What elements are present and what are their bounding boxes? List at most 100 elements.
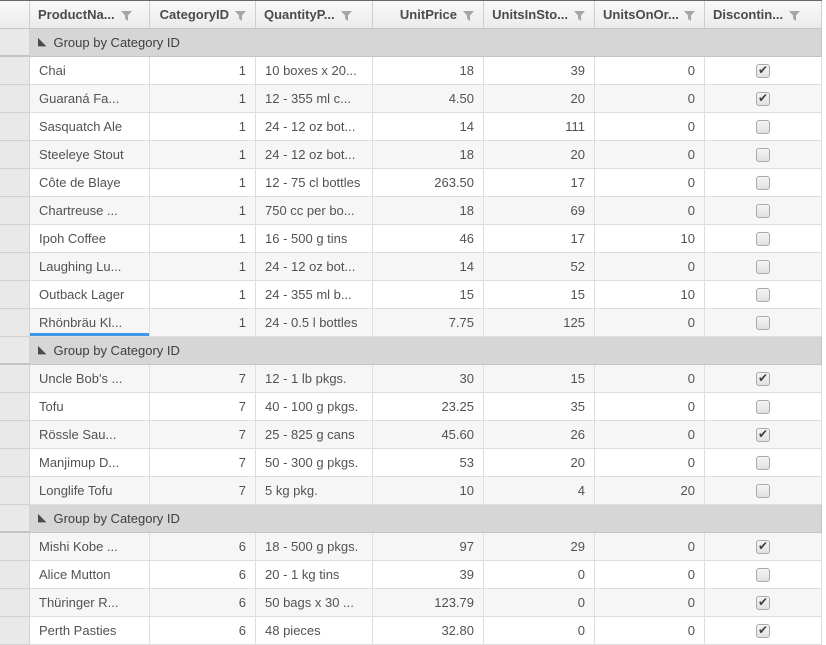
column-header-stock[interactable]: UnitsInSto... bbox=[484, 1, 595, 28]
cell-discontinued bbox=[705, 197, 822, 225]
cell-stock: 20 bbox=[484, 449, 595, 477]
table-row[interactable]: Tofu740 - 100 g pkgs.23.25350 bbox=[0, 393, 822, 421]
column-header-product[interactable]: ProductNa... bbox=[30, 1, 150, 28]
cell-discontinued bbox=[705, 365, 822, 393]
group-header-cell[interactable]: ◣Group by Category ID bbox=[30, 29, 822, 56]
cell-quantity: 5 kg pkg. bbox=[256, 477, 373, 505]
cell-price: 97 bbox=[373, 533, 484, 561]
checkbox-checked-icon[interactable] bbox=[756, 92, 770, 106]
group-indicator-cell bbox=[0, 533, 30, 561]
filter-icon[interactable] bbox=[340, 10, 353, 22]
group-indicator-cell bbox=[0, 393, 30, 421]
filter-icon[interactable] bbox=[788, 10, 801, 22]
cell-category: 7 bbox=[150, 449, 256, 477]
cell-price: 15 bbox=[373, 281, 484, 309]
checkbox-unchecked-icon[interactable] bbox=[756, 288, 770, 302]
grid-body: ◣Group by Category IDChai110 boxes x 20.… bbox=[0, 29, 822, 645]
cell-stock: 39 bbox=[484, 57, 595, 85]
checkbox-unchecked-icon[interactable] bbox=[756, 316, 770, 330]
group-indicator-cell bbox=[0, 561, 30, 589]
cell-price: 4.50 bbox=[373, 85, 484, 113]
table-row[interactable]: Thüringer R...650 bags x 30 ...123.7900 bbox=[0, 589, 822, 617]
table-row[interactable]: Rhönbräu Kl...124 - 0.5 l bottles7.75125… bbox=[0, 309, 822, 337]
cell-stock: 17 bbox=[484, 169, 595, 197]
cell-product: Longlife Tofu bbox=[30, 477, 150, 505]
table-row[interactable]: Rössle Sau...725 - 825 g cans45.60260 bbox=[0, 421, 822, 449]
cell-stock: 20 bbox=[484, 141, 595, 169]
column-header-label: ProductNa... bbox=[38, 7, 115, 22]
filter-icon[interactable] bbox=[120, 10, 133, 22]
cell-discontinued bbox=[705, 113, 822, 141]
checkbox-unchecked-icon[interactable] bbox=[756, 120, 770, 134]
group-indicator-cell bbox=[0, 197, 30, 225]
cell-quantity: 24 - 12 oz bot... bbox=[256, 141, 373, 169]
table-row[interactable]: Steeleye Stout124 - 12 oz bot...18200 bbox=[0, 141, 822, 169]
cell-order: 0 bbox=[595, 589, 705, 617]
table-row[interactable]: Laughing Lu...124 - 12 oz bot...14520 bbox=[0, 253, 822, 281]
cell-order: 0 bbox=[595, 393, 705, 421]
table-row[interactable]: Perth Pasties648 pieces32.8000 bbox=[0, 617, 822, 645]
checkbox-unchecked-icon[interactable] bbox=[756, 232, 770, 246]
checkbox-unchecked-icon[interactable] bbox=[756, 148, 770, 162]
cell-discontinued bbox=[705, 281, 822, 309]
checkbox-unchecked-icon[interactable] bbox=[756, 456, 770, 470]
filter-icon[interactable] bbox=[573, 10, 586, 22]
group-indicator-cell bbox=[0, 29, 30, 56]
table-row[interactable]: Outback Lager124 - 355 ml b...151510 bbox=[0, 281, 822, 309]
cell-category: 1 bbox=[150, 309, 256, 337]
checkbox-unchecked-icon[interactable] bbox=[756, 260, 770, 274]
column-header-price[interactable]: UnitPrice bbox=[373, 1, 484, 28]
table-row[interactable]: Chartreuse ...1750 cc per bo...18690 bbox=[0, 197, 822, 225]
cell-stock: 20 bbox=[484, 85, 595, 113]
cell-category: 1 bbox=[150, 85, 256, 113]
filter-icon[interactable] bbox=[683, 10, 696, 22]
table-row[interactable]: Uncle Bob's ...712 - 1 lb pkgs.30150 bbox=[0, 365, 822, 393]
cell-product: Chai bbox=[30, 57, 150, 85]
group-header-cell[interactable]: ◣Group by Category ID bbox=[30, 337, 822, 364]
checkbox-unchecked-icon[interactable] bbox=[756, 400, 770, 414]
checkbox-checked-icon[interactable] bbox=[756, 64, 770, 78]
filter-icon[interactable] bbox=[234, 10, 247, 22]
table-row[interactable]: Chai110 boxes x 20...18390 bbox=[0, 57, 822, 85]
table-row[interactable]: Longlife Tofu75 kg pkg.10420 bbox=[0, 477, 822, 505]
table-row[interactable]: Guaraná Fa...112 - 355 ml c...4.50200 bbox=[0, 85, 822, 113]
table-row[interactable]: Mishi Kobe ...618 - 500 g pkgs.97290 bbox=[0, 533, 822, 561]
checkbox-checked-icon[interactable] bbox=[756, 372, 770, 386]
cell-price: 53 bbox=[373, 449, 484, 477]
table-row[interactable]: Ipoh Coffee116 - 500 g tins461710 bbox=[0, 225, 822, 253]
collapse-group-icon[interactable]: ◣ bbox=[38, 513, 46, 524]
table-row[interactable]: Sasquatch Ale124 - 12 oz bot...141110 bbox=[0, 113, 822, 141]
cell-price: 18 bbox=[373, 197, 484, 225]
cell-order: 0 bbox=[595, 617, 705, 645]
collapse-group-icon[interactable]: ◣ bbox=[38, 345, 46, 356]
cell-stock: 26 bbox=[484, 421, 595, 449]
cell-discontinued bbox=[705, 309, 822, 337]
column-header-quantity[interactable]: QuantityP... bbox=[256, 1, 373, 28]
checkbox-unchecked-icon[interactable] bbox=[756, 484, 770, 498]
table-row[interactable]: Côte de Blaye112 - 75 cl bottles263.5017… bbox=[0, 169, 822, 197]
group-header-cell[interactable]: ◣Group by Category ID bbox=[30, 505, 822, 532]
cell-category: 6 bbox=[150, 589, 256, 617]
checkbox-unchecked-icon[interactable] bbox=[756, 568, 770, 582]
cell-stock: 35 bbox=[484, 393, 595, 421]
cell-stock: 15 bbox=[484, 365, 595, 393]
column-header-order[interactable]: UnitsOnOr... bbox=[595, 1, 705, 28]
table-row[interactable]: Manjimup D...750 - 300 g pkgs.53200 bbox=[0, 449, 822, 477]
checkbox-checked-icon[interactable] bbox=[756, 624, 770, 638]
cell-category: 1 bbox=[150, 197, 256, 225]
column-header-category[interactable]: CategoryID bbox=[150, 1, 256, 28]
checkbox-unchecked-icon[interactable] bbox=[756, 176, 770, 190]
collapse-group-icon[interactable]: ◣ bbox=[38, 37, 46, 48]
cell-discontinued bbox=[705, 449, 822, 477]
cell-discontinued bbox=[705, 85, 822, 113]
checkbox-checked-icon[interactable] bbox=[756, 596, 770, 610]
column-header-discontinued[interactable]: Discontin... bbox=[705, 1, 822, 28]
filter-icon[interactable] bbox=[462, 10, 475, 22]
column-header-label: CategoryID bbox=[160, 7, 229, 22]
checkbox-unchecked-icon[interactable] bbox=[756, 204, 770, 218]
table-row[interactable]: Alice Mutton620 - 1 kg tins3900 bbox=[0, 561, 822, 589]
cell-order: 0 bbox=[595, 197, 705, 225]
checkbox-checked-icon[interactable] bbox=[756, 540, 770, 554]
checkbox-checked-icon[interactable] bbox=[756, 428, 770, 442]
cell-order: 0 bbox=[595, 309, 705, 337]
